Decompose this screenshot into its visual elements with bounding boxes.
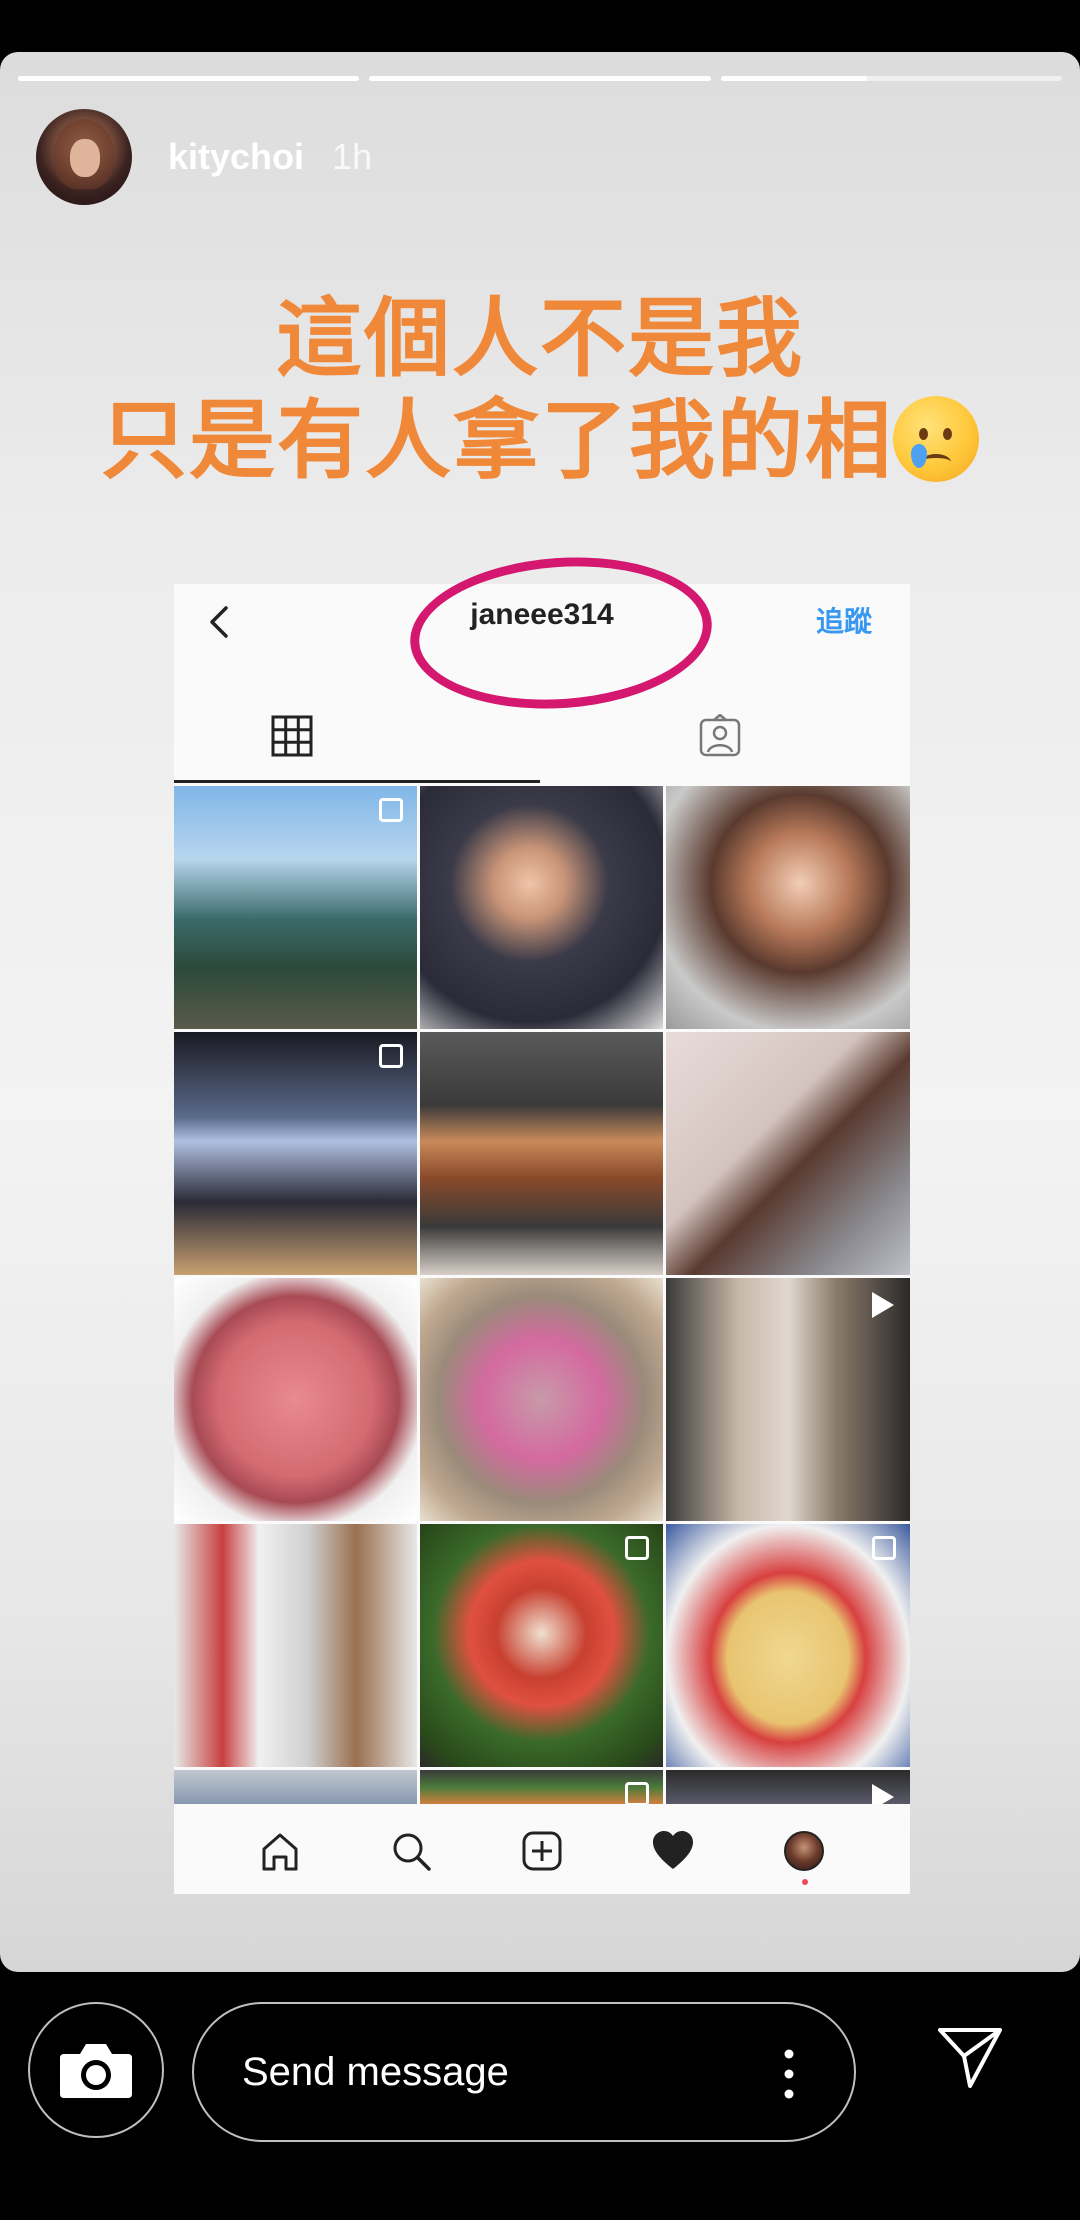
post-thumbnail-macarons-tray [420,1278,663,1521]
post-thumbnail-tomato-salad-rose [420,1524,663,1767]
grid-icon [271,715,313,757]
story-caption: 這個人不是我 只是有人拿了我的相 [0,288,1080,492]
story-frame[interactable]: kitychoi 1h 這個人不是我 只是有人拿了我的相 janeee314 追… [0,52,1080,1972]
post-thumbnail-woman-long-hair-back [666,1032,910,1275]
post-thumbnail-building-facade [174,1524,417,1767]
post-thumbnail-strawberry-crepe-cake [666,1524,910,1767]
search-icon [393,1833,431,1871]
profile-nav-item [780,1827,828,1885]
post-thumbnail-partial-post [174,1770,417,1804]
follow-button: 追蹤 [815,605,872,638]
caption-line-1: 這個人不是我 [276,289,804,389]
post-thumbnail-harbour-street-sign [174,786,417,1029]
embedded-profile-screenshot: janeee314 追蹤 [174,547,910,1894]
send-message-placeholder: Send message [242,2050,509,2094]
video-icon [872,1292,894,1318]
multi-photo-icon [625,1536,649,1560]
highlight-circle-annotation [405,547,717,719]
crying-face-icon [893,396,979,482]
post-grid [174,786,910,1972]
post-thumbnail-partial-post [420,1770,663,1804]
post-thumbnail-woman-selfie-maruko-shirt [420,786,663,1029]
heart-icon [653,1831,694,1869]
tagged-icon [699,714,741,757]
profile-tab-bar [174,700,910,783]
progress-segment [18,76,360,81]
story-reply-bar: Send message [0,1972,1080,2220]
post-thumbnail-grilled-squid [420,1032,663,1275]
progress-segment [369,76,711,81]
post-thumbnail-people-with-headphones [666,1278,910,1521]
post-thumbnail-pink-macaron [174,1278,417,1521]
progress-segment [720,76,1062,81]
multi-photo-icon [379,1044,403,1068]
multi-photo-icon [625,1782,649,1804]
add-post-icon [522,1831,562,1871]
post-thumbnail-partial-post [666,1770,910,1804]
send-icon[interactable] [934,2020,1006,2092]
caption-line-2: 只是有人拿了我的相 [0,390,1080,492]
post-thumbnail-woman-hand-on-face [666,786,910,1029]
avatar [784,1831,825,1871]
multi-photo-icon [379,798,403,822]
send-message-input[interactable]: Send message [192,2002,856,2142]
camera-icon [60,2044,132,2098]
story-progress-bar [18,76,1062,81]
home-icon [262,1833,298,1871]
notification-dot [802,1879,809,1885]
post-thumbnail-espresso-machine [174,1032,417,1275]
active-tab-underline [174,780,540,783]
profile-top-bar: janeee314 追蹤 [174,547,910,719]
multi-photo-icon [872,1536,896,1560]
avatar[interactable] [36,109,132,205]
video-icon [872,1784,894,1804]
more-options-icon[interactable] [784,2048,794,2100]
story-timestamp: 1h [332,136,373,177]
story-username[interactable]: kitychoi [168,136,304,178]
caption-line-2-text: 只是有人拿了我的相 [101,391,893,491]
story-header: kitychoi 1h [36,108,372,206]
profile-bottom-nav [174,1808,910,1894]
camera-button[interactable] [28,2002,164,2138]
